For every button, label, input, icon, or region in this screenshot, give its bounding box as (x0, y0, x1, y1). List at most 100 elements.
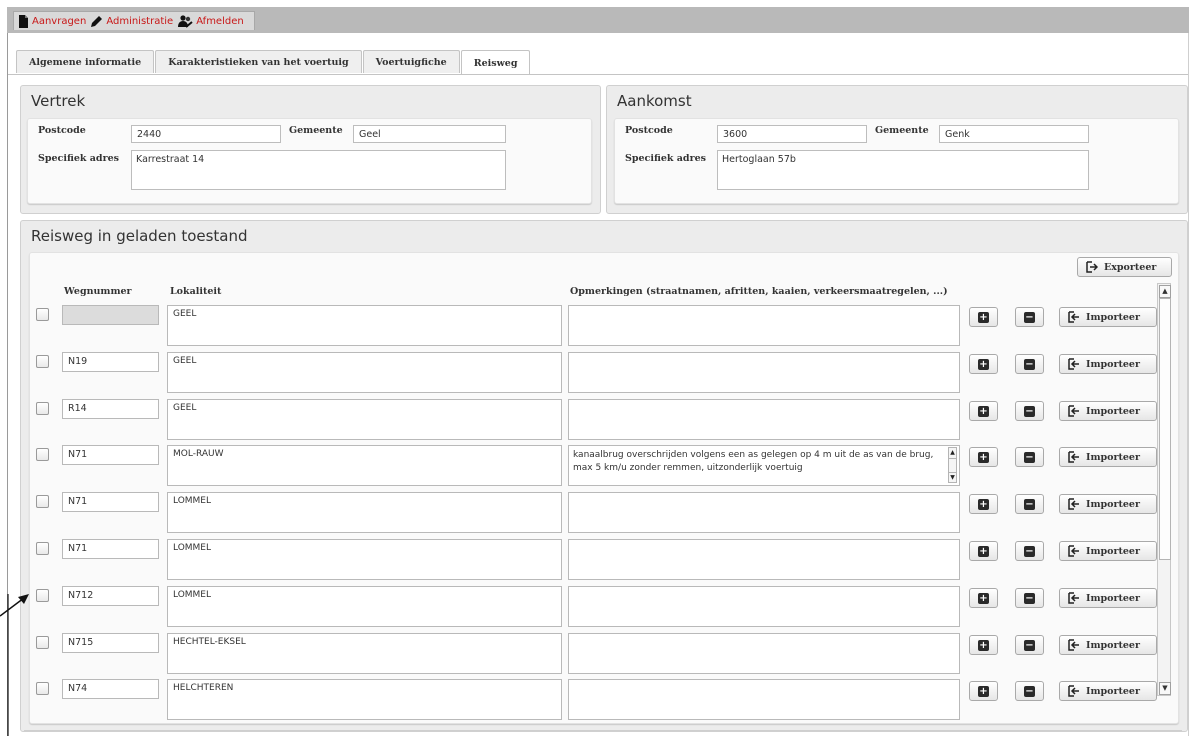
menu-label-afmelden: Afmelden (196, 15, 244, 27)
scroll-thumb[interactable] (1159, 298, 1171, 560)
vertrek-adres-input[interactable]: Karrestraat 14 (131, 150, 506, 190)
plus-icon: + (978, 498, 989, 510)
opmerkingen-scrollbar[interactable]: ▲ ▼ (948, 447, 957, 483)
remove-row-button[interactable]: − (1015, 635, 1044, 655)
import-button[interactable]: Importeer (1059, 401, 1157, 421)
opmerkingen-input[interactable] (568, 492, 960, 533)
vertrek-gemeente-label: Gemeente (289, 125, 343, 136)
tab-reisweg[interactable]: Reisweg (460, 50, 531, 75)
opmerkingen-input[interactable] (568, 352, 960, 393)
mini-scroll-up-icon[interactable]: ▲ (949, 448, 956, 459)
row-checkbox[interactable] (36, 636, 49, 649)
tab-voertuigfiche[interactable]: Voertuigfiche (362, 50, 460, 73)
add-row-button[interactable]: + (969, 401, 998, 421)
import-button[interactable]: Importeer (1059, 681, 1157, 701)
row-checkbox[interactable] (36, 448, 49, 461)
import-button[interactable]: Importeer (1059, 588, 1157, 608)
opmerkingen-input[interactable] (568, 399, 960, 440)
add-row-button[interactable]: + (969, 588, 998, 608)
lokaliteit-input[interactable]: GEEL (167, 305, 562, 346)
col-header-opmerkingen: Opmerkingen (straatnamen, afritten, kaai… (570, 286, 948, 297)
opmerkingen-input[interactable] (568, 539, 960, 580)
import-button[interactable]: Importeer (1059, 541, 1157, 561)
remove-row-button[interactable]: − (1015, 447, 1044, 467)
pencil-icon (90, 15, 103, 28)
opmerkingen-input[interactable]: kanaalbrug overschrijden volgens een as … (568, 445, 960, 486)
lokaliteit-input[interactable]: MOL-RAUW (167, 445, 562, 486)
remove-row-button[interactable]: − (1015, 401, 1044, 421)
import-label: Importeer (1086, 451, 1140, 463)
opmerkingen-input[interactable] (568, 305, 960, 346)
import-button[interactable]: Importeer (1059, 635, 1157, 655)
row-checkbox[interactable] (36, 682, 49, 695)
lokaliteit-input[interactable]: LOMMEL (167, 539, 562, 580)
export-button[interactable]: Exporteer (1077, 257, 1172, 277)
remove-row-button[interactable]: − (1015, 541, 1044, 561)
row-checkbox[interactable] (36, 402, 49, 415)
wegnummer-input[interactable]: N71 (62, 492, 159, 512)
import-label: Importeer (1086, 405, 1140, 417)
import-button[interactable]: Importeer (1059, 307, 1157, 327)
wegnummer-input[interactable]: N712 (62, 586, 159, 606)
opmerkingen-input[interactable] (568, 633, 960, 674)
menu-item-administratie[interactable]: Administratie (90, 15, 173, 28)
wegnummer-input[interactable]: N19 (62, 352, 159, 372)
add-row-button[interactable]: + (969, 494, 998, 514)
remove-row-button[interactable]: − (1015, 681, 1044, 701)
tab-algemene-informatie[interactable]: Algemene informatie (16, 50, 155, 73)
route-scrollbar[interactable]: ▲ ▼ (1157, 283, 1171, 696)
tab-karakteristieken[interactable]: Karakteristieken van het voertuig (155, 50, 362, 73)
menu-item-aanvragen[interactable]: Aanvragen (18, 14, 86, 28)
remove-row-button[interactable]: − (1015, 354, 1044, 374)
add-row-button[interactable]: + (969, 635, 998, 655)
row-checkbox[interactable] (36, 589, 49, 602)
wegnummer-input[interactable]: N71 (62, 539, 159, 559)
lokaliteit-input[interactable]: HECHTEL-EKSEL (167, 633, 562, 674)
row-checkbox[interactable] (36, 542, 49, 555)
wegnummer-input[interactable]: N715 (62, 633, 159, 653)
import-button[interactable]: Importeer (1059, 447, 1157, 467)
remove-row-button[interactable]: − (1015, 494, 1044, 514)
lokaliteit-input[interactable]: LOMMEL (167, 492, 562, 533)
import-label: Importeer (1086, 592, 1140, 604)
vertrek-gemeente-input[interactable]: Geel (353, 125, 506, 143)
add-row-button[interactable]: + (969, 681, 998, 701)
add-row-button[interactable]: + (969, 447, 998, 467)
wegnummer-input[interactable]: N74 (62, 679, 159, 699)
import-label: Importeer (1086, 685, 1140, 697)
import-icon (1068, 592, 1080, 604)
import-button[interactable]: Importeer (1059, 354, 1157, 374)
add-row-button[interactable]: + (969, 307, 998, 327)
scroll-up-arrow[interactable]: ▲ (1159, 285, 1171, 298)
plus-icon: + (978, 592, 989, 604)
opmerkingen-input[interactable] (568, 679, 960, 720)
add-row-button[interactable]: + (969, 541, 998, 561)
add-row-button[interactable]: + (969, 354, 998, 374)
aankomst-postcode-input[interactable]: 3600 (717, 125, 867, 143)
mini-scroll-down-icon[interactable]: ▼ (949, 472, 956, 483)
import-button[interactable]: Importeer (1059, 494, 1157, 514)
users-icon (177, 14, 193, 28)
row-checkbox[interactable] (36, 355, 49, 368)
aankomst-gemeente-input[interactable]: Genk (939, 125, 1089, 143)
remove-row-button[interactable]: − (1015, 307, 1044, 327)
row-checkbox[interactable] (36, 308, 49, 321)
remove-row-button[interactable]: − (1015, 588, 1044, 608)
aankomst-adres-input[interactable]: Hertoglaan 57b (717, 150, 1089, 190)
scroll-down-arrow[interactable]: ▼ (1159, 682, 1171, 695)
lokaliteit-input[interactable]: GEEL (167, 352, 562, 393)
aankomst-form: Postcode 3600 Gemeente Genk Specifiek ad… (614, 118, 1179, 204)
wegnummer-input[interactable]: N71 (62, 445, 159, 465)
opmerkingen-input[interactable] (568, 586, 960, 627)
lokaliteit-input[interactable]: HELCHTEREN (167, 679, 562, 720)
lokaliteit-input[interactable]: GEEL (167, 399, 562, 440)
vertrek-postcode-input[interactable]: 2440 (131, 125, 281, 143)
import-icon (1068, 311, 1080, 323)
wegnummer-input[interactable] (62, 305, 159, 325)
menu-item-afmelden[interactable]: Afmelden (177, 14, 244, 28)
row-checkbox[interactable] (36, 495, 49, 508)
plus-icon: + (978, 311, 989, 323)
lokaliteit-input[interactable]: LOMMEL (167, 586, 562, 627)
wegnummer-input[interactable]: R14 (62, 399, 159, 419)
minus-icon: − (1024, 592, 1035, 604)
